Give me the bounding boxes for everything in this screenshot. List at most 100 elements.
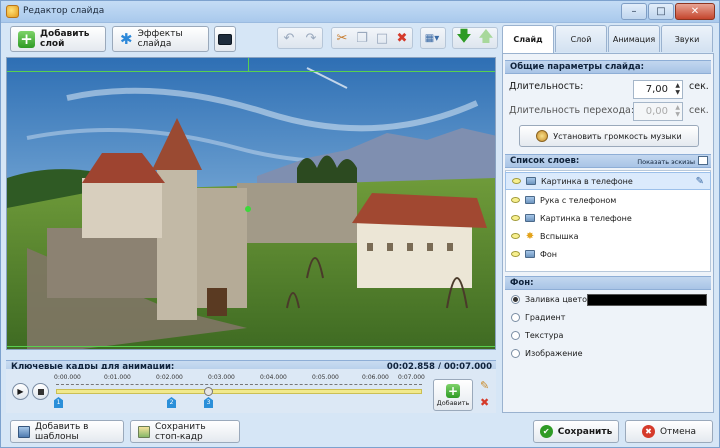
fill-color-swatch[interactable] [587, 294, 707, 306]
undo-icon[interactable]: ↶ [278, 28, 300, 48]
bg-option-fill[interactable]: Заливка цветом [511, 295, 593, 304]
duration-spinner[interactable]: 7,00 ▲ ▼ [633, 80, 683, 99]
image-layer-icon [525, 214, 535, 222]
cut-icon[interactable]: ✂ [332, 28, 352, 48]
stop-icon [37, 388, 44, 395]
edit-pencil-icon[interactable]: ✎ [696, 176, 704, 187]
copy-icon[interactable]: ❐ [352, 28, 372, 48]
paste-icon[interactable]: □ [372, 28, 392, 48]
move-down-icon[interactable]: 🡇 [453, 27, 475, 48]
plus-icon: + [446, 383, 460, 398]
slide-params-header: Общие параметры слайда: [505, 60, 711, 74]
minimize-button[interactable]: – [621, 3, 647, 20]
bg-option-texture[interactable]: Текстура [511, 331, 563, 340]
save-button[interactable]: ✔ Сохранить [533, 420, 619, 443]
radio-button[interactable] [511, 295, 520, 304]
eye-icon[interactable] [512, 178, 521, 184]
speaker-icon [536, 130, 549, 142]
thumbnails-icon[interactable] [698, 156, 708, 165]
clipboard-group: ✂ ❐ □ ✖ [331, 27, 413, 49]
transition-spinner[interactable]: 0,00 ▲ ▼ [633, 102, 683, 121]
play-button[interactable]: ▶ [12, 383, 29, 400]
tab-layer[interactable]: Слой [555, 25, 607, 52]
layer-item[interactable]: Фон [505, 245, 711, 263]
slide-settings-panel: Общие параметры слайда: Длительность: 7,… [502, 53, 714, 413]
slide-preview[interactable] [6, 57, 496, 350]
keyframe-marker[interactable]: 1 [54, 397, 63, 408]
transition-label: Длительность перехода: [509, 105, 635, 116]
eye-icon[interactable] [511, 197, 520, 203]
top-anchor-line [248, 58, 249, 72]
stop-button[interactable] [32, 383, 49, 400]
template-icon [18, 425, 30, 438]
duration-unit: сек. [689, 81, 709, 92]
ruler-ticks [56, 384, 422, 385]
eye-icon[interactable] [511, 233, 520, 239]
layer-item[interactable]: Рука с телефоном [505, 191, 711, 209]
bg-option-gradient[interactable]: Градиент [511, 313, 565, 322]
playhead-handle[interactable] [204, 387, 213, 396]
plus-icon: + [18, 30, 35, 48]
keyframe-marker[interactable]: 2 [167, 397, 176, 408]
title-bar: Редактор слайда – □ ✕ [1, 1, 719, 23]
image-layer-icon [525, 196, 535, 204]
display-settings-button[interactable] [214, 26, 236, 52]
cancel-icon: ✖ [641, 425, 655, 438]
move-up-icon[interactable]: 🡅 [475, 27, 497, 48]
duration-label: Длительность: [509, 81, 584, 92]
monitor-icon [218, 33, 232, 45]
save-still-frame-button[interactable]: Сохранить стоп-кадр [130, 420, 240, 443]
maximize-button[interactable]: □ [648, 3, 674, 20]
window-title: Редактор слайда [23, 6, 105, 16]
add-layer-button[interactable]: + Добавить слой [10, 26, 106, 52]
layers-header: Список слоев: Показать эскизы [505, 154, 711, 168]
check-icon: ✔ [539, 425, 553, 438]
layer-item[interactable]: Картинка в телефоне [505, 209, 711, 227]
delete-keyframe-icon[interactable]: ✖ [480, 396, 489, 409]
bottom-guide-line [7, 346, 495, 347]
delete-icon[interactable]: ✖ [392, 28, 412, 48]
add-keyframe-button[interactable]: + Добавить [433, 379, 473, 411]
timeline-track[interactable]: 0:00.000 0:01.000 0:02.000 0:03.000 0:04… [54, 374, 425, 408]
radio-button[interactable] [511, 349, 520, 358]
redo-icon[interactable]: ↷ [300, 28, 322, 48]
transition-unit: сек. [689, 105, 709, 116]
effects-star-icon: ✱ [120, 30, 133, 48]
radio-button[interactable] [511, 331, 520, 340]
tab-slide[interactable]: Слайд [502, 25, 554, 53]
slide-editor-window: Редактор слайда – □ ✕ + Добавить слой ✱ … [0, 0, 720, 448]
layer-order-group: 🡇 🡅 [452, 27, 498, 49]
eye-icon[interactable] [511, 251, 520, 257]
tab-sounds[interactable]: Звуки [661, 25, 713, 52]
spinner-arrows-icon[interactable]: ▲ ▼ [675, 82, 680, 96]
edit-keyframe-icon[interactable]: ✎ [480, 379, 489, 392]
slide-effects-button[interactable]: ✱ Эффекты слайда [112, 26, 209, 52]
eye-icon[interactable] [511, 215, 520, 221]
keyframe-marker[interactable]: 3 [204, 397, 213, 408]
center-handle[interactable] [245, 206, 251, 212]
close-button[interactable]: ✕ [675, 3, 715, 20]
bg-option-image[interactable]: Изображение [511, 349, 583, 358]
radio-button[interactable] [511, 313, 520, 322]
settings-tabs: Слайд Слой Анимация Звуки [502, 25, 714, 53]
top-guide-line [7, 71, 495, 72]
landscape-photo [7, 58, 495, 349]
undo-redo-group: ↶ ↷ [277, 27, 323, 49]
flash-icon: ✸ [525, 230, 535, 242]
zoom-fit-dropdown[interactable]: ▦▾ [420, 27, 446, 49]
app-icon [6, 5, 19, 18]
cancel-button[interactable]: ✖ Отмена [625, 420, 713, 443]
background-header: Фон: [505, 276, 711, 290]
background-layer-icon [525, 250, 535, 258]
tab-animation[interactable]: Анимация [608, 25, 660, 52]
picture-icon [138, 425, 150, 438]
add-to-templates-button[interactable]: Добавить в шаблоны [10, 420, 124, 443]
image-layer-icon [526, 177, 536, 185]
active-range-bar [56, 389, 422, 394]
fit-icon: ▦▾ [424, 32, 440, 44]
layer-item[interactable]: Картинка в телефоне ✎ [505, 172, 711, 190]
show-thumbnails-link[interactable]: Показать эскизы [637, 156, 695, 168]
spinner-arrows-icon[interactable]: ▲ ▼ [675, 104, 680, 118]
music-volume-button[interactable]: Установить громкость музыки [519, 125, 699, 147]
layer-item[interactable]: ✸ Вспышка [505, 227, 711, 245]
